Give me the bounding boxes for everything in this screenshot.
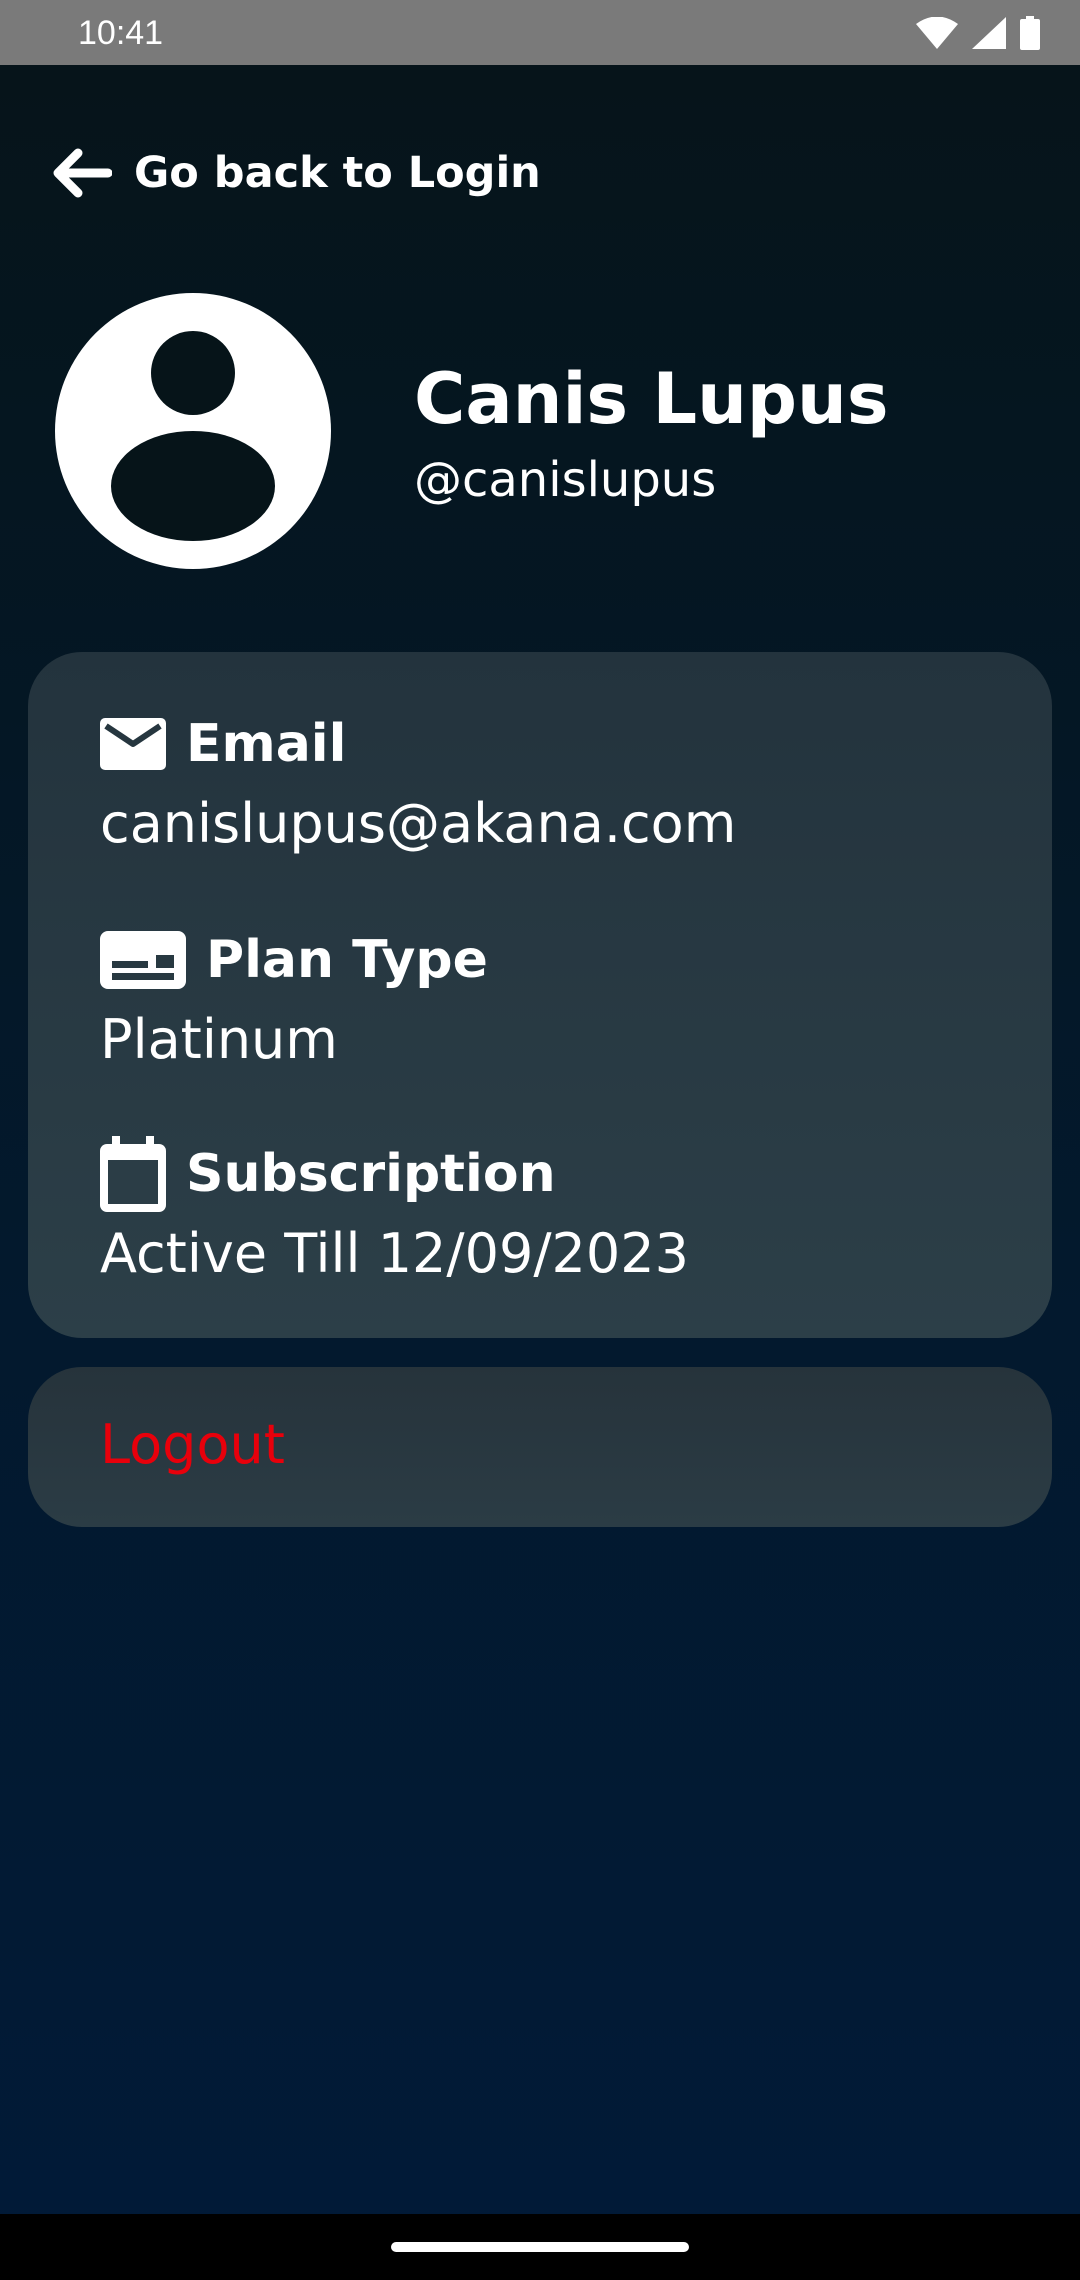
email-title: Email xyxy=(186,714,347,774)
mail-icon xyxy=(100,718,166,770)
calendar-icon xyxy=(100,1136,166,1212)
account-circle-icon xyxy=(55,293,331,569)
battery-icon xyxy=(1020,16,1040,50)
profile-name: Canis Lupus xyxy=(414,358,889,440)
signal-icon xyxy=(972,17,1006,49)
back-to-login-button[interactable]: Go back to Login xyxy=(50,140,541,206)
account-info-card: Email canislupus@akana.com Plan Type Pla… xyxy=(28,652,1052,1338)
wifi-icon xyxy=(916,17,958,49)
logout-button[interactable]: Logout xyxy=(28,1367,1052,1527)
status-bar: 10:41 xyxy=(0,0,1080,65)
arrow-left-icon xyxy=(53,148,112,198)
home-indicator[interactable] xyxy=(391,2242,689,2252)
card-icon xyxy=(100,931,186,989)
status-icons xyxy=(916,16,1040,50)
subscription-value: Active Till 12/09/2023 xyxy=(100,1222,689,1285)
back-to-login-label: Go back to Login xyxy=(134,148,541,198)
profile-handle: @canislupus xyxy=(414,452,717,508)
subscription-title: Subscription xyxy=(186,1144,556,1204)
logout-label: Logout xyxy=(100,1413,285,1476)
subscription-row: Subscription Active Till 12/09/2023 xyxy=(100,1134,689,1285)
email-row: Email canislupus@akana.com xyxy=(100,704,736,855)
avatar xyxy=(55,293,331,569)
plan-type-row: Plan Type Platinum xyxy=(100,920,488,1071)
email-value: canislupus@akana.com xyxy=(100,792,737,855)
navigation-bar xyxy=(0,2214,1080,2280)
plan-type-value: Platinum xyxy=(100,1008,338,1071)
plan-type-title: Plan Type xyxy=(206,930,488,990)
status-time: 10:41 xyxy=(78,14,164,52)
